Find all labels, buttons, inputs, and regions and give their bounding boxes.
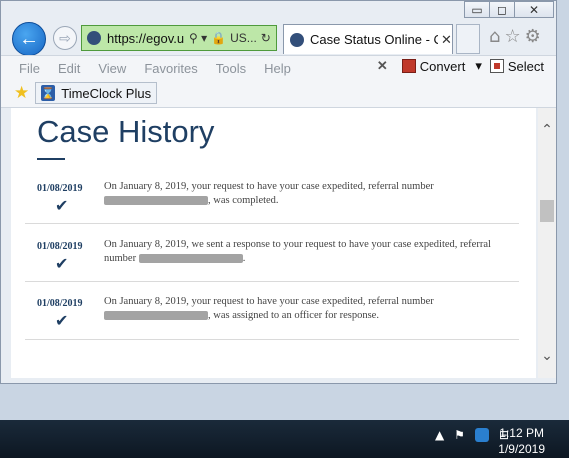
entry-date: 01/08/2019 [37,298,83,309]
restore-button[interactable]: ◻ [489,1,515,18]
redacted-referral-number [104,195,208,205]
tab-close-icon[interactable]: ✕ [441,32,452,48]
tab-title: Case Status Online - C... [310,32,438,47]
check-icon: ✔ [55,254,69,273]
home-icon[interactable]: ⌂ [489,26,500,47]
toolbar-right: ✕ Convert ▾ Select [377,58,544,74]
entry-text-end: . [242,252,246,264]
address-url[interactable]: https://egov.u [107,31,185,46]
search-dropdown-icon[interactable]: ⚲ ▾ [189,31,207,45]
title-underline [37,158,65,160]
menu-tools[interactable]: Tools [216,61,246,76]
address-bar[interactable]: https://egov.u ⚲ ▾ 🔒 US... ↻ [81,25,277,51]
entry-text: On January 8, 2019, we sent a response t… [104,238,504,265]
desktop-background [0,384,569,420]
favorites-bar: ★ ⌛ TimeClock Plus [1,79,556,108]
scroll-up-icon[interactable]: ⌃ [538,120,556,140]
menu-file[interactable]: File [19,61,40,76]
lock-icon[interactable]: 🔒 [211,31,226,45]
select-icon [489,59,504,73]
entry-date: 01/08/2019 [37,183,83,194]
forward-arrow-icon: ⇨ [59,29,71,46]
pdf-convert-icon [401,59,416,73]
tab-favicon-icon [290,32,304,47]
clock-date: 1/9/2019 [498,442,545,456]
site-identity-label[interactable]: US... [230,31,257,45]
site-seal-icon [87,31,101,45]
browser-window: ▭ ◻ ✕ ← ⇨ https://egov.u ⚲ ▾ 🔒 US... ↻ C… [0,0,557,384]
entry-divider [25,339,519,340]
menu-favorites[interactable]: Favorites [144,61,197,76]
entry-text: On January 8, 2019, your request to have… [104,295,504,322]
close-window-button[interactable]: ✕ [514,1,554,18]
action-center-flag-icon[interactable]: ⚑ [454,428,465,442]
timeclock-label: TimeClock Plus [61,85,152,101]
scroll-down-icon[interactable]: ⌄ [538,346,556,366]
entry-divider [25,223,519,224]
favorites-icon[interactable]: ☆ [504,26,520,47]
security-shield-icon[interactable] [474,428,489,442]
page-title: Case History [37,114,215,149]
tab-case-status[interactable]: Case Status Online - C... ✕ [283,24,453,54]
scroll-thumb[interactable] [540,200,554,222]
history-entry: 01/08/2019 ✔ On January 8, 2019, your re… [25,180,519,220]
entry-text-end: , was completed. [208,194,279,206]
navigation-bar: ← ⇨ https://egov.u ⚲ ▾ 🔒 US... ↻ Case St… [1,21,556,56]
back-arrow-icon: ← [19,27,39,50]
redacted-referral-number [104,310,208,320]
entry-divider [25,281,519,282]
browser-icons: ⌂ ☆ ⚙ [489,26,541,47]
back-button[interactable]: ← [12,22,46,56]
select-button[interactable]: Select [508,59,544,74]
minimize-button[interactable]: ▭ [464,1,490,18]
vertical-scrollbar[interactable]: ⌃ ⌄ [538,108,556,378]
new-tab-button[interactable] [456,24,480,54]
entry-text-main: On January 8, 2019, your request to have… [104,181,434,192]
add-favorite-star-icon[interactable]: ★ [14,83,29,103]
convert-dropdown-icon[interactable]: ▾ [475,58,482,74]
history-entry: 01/08/2019 ✔ On January 8, 2019, your re… [25,295,519,335]
menu-help[interactable]: Help [264,61,291,76]
close-toolbar-icon[interactable]: ✕ [377,58,388,74]
entry-date: 01/08/2019 [37,241,83,252]
entry-text-main: On January 8, 2019, your request to have… [104,296,434,307]
convert-button[interactable]: Convert [420,59,466,74]
taskbar: ▲ ⚑ ⊟ 1:12 PM 1/9/2019 [0,420,569,458]
redacted-referral-number [138,253,243,263]
refresh-icon[interactable]: ↻ [261,31,271,45]
menu-edit[interactable]: Edit [58,61,80,76]
timeclock-plus-link[interactable]: ⌛ TimeClock Plus [35,82,158,104]
settings-icon[interactable]: ⚙ [525,26,541,47]
system-clock[interactable]: 1:12 PM 1/9/2019 [498,425,545,457]
check-icon: ✔ [55,311,69,330]
forward-button[interactable]: ⇨ [53,26,77,50]
menu-bar: File Edit View Favorites Tools Help ✕ Co… [1,55,556,80]
window-controls: ▭ ◻ ✕ [464,1,554,19]
menu-view[interactable]: View [98,61,126,76]
history-entry: 01/08/2019 ✔ On January 8, 2019, we sent… [25,238,519,278]
show-hidden-icons-icon[interactable]: ▲ [435,428,444,442]
entry-text-end: , was assigned to an officer for respons… [208,309,379,321]
check-icon: ✔ [55,196,69,215]
hourglass-icon: ⌛ [41,85,56,101]
entry-text: On January 8, 2019, your request to have… [104,180,504,207]
clock-time: 1:12 PM [499,426,544,440]
page-content: Case History 01/08/2019 ✔ On January 8, … [11,108,536,378]
